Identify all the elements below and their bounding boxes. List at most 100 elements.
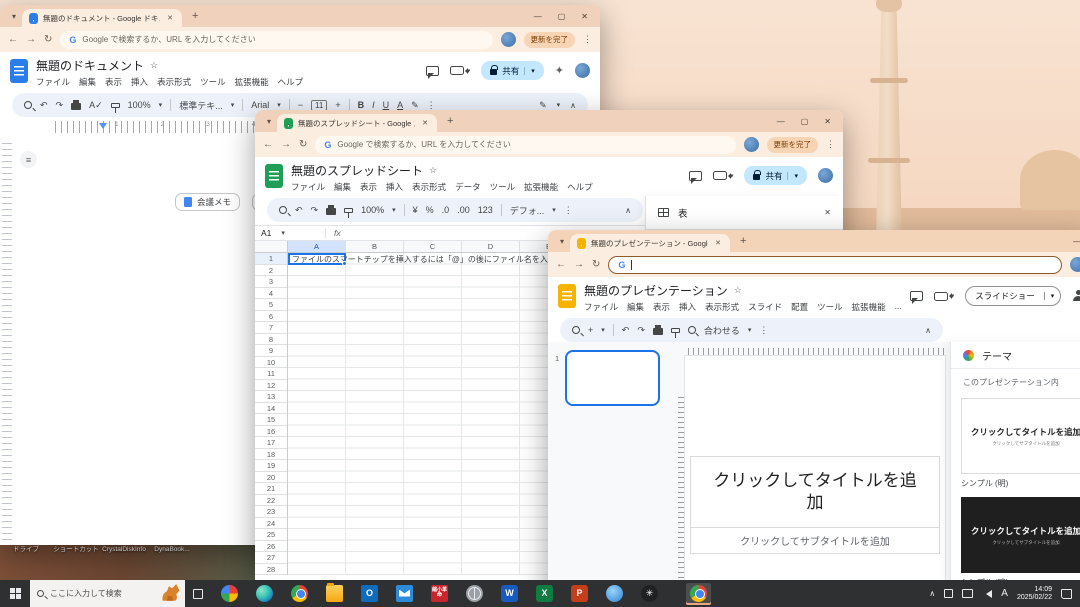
theme-card-simple-dark[interactable]: クリックしてタイトルを追加 クリックしてサブタイトルを追加 (961, 497, 1080, 573)
docs-omnibox[interactable]: G Google で検索するか、URL を入力してください (60, 31, 492, 49)
chrome-update-button[interactable]: 更新を完了 (767, 137, 819, 153)
task-view-button[interactable] (185, 589, 211, 599)
new-tab-button[interactable]: + (447, 115, 453, 127)
column-header[interactable]: D (462, 241, 520, 252)
menu-item[interactable]: 表示形式 (157, 76, 191, 88)
comment-icon[interactable] (689, 171, 702, 181)
chrome-update-button[interactable]: 更新を完了 (524, 32, 576, 48)
new-slide-button[interactable]: + (588, 325, 593, 335)
row-header[interactable]: 11 (255, 368, 287, 380)
row-header[interactable]: 1 (255, 253, 287, 265)
caret-down-icon[interactable]: ▾ (392, 206, 396, 214)
volume-tray-icon[interactable] (982, 590, 992, 598)
hide-menus-icon[interactable]: ∧ (625, 206, 631, 215)
maximize-button[interactable]: ▢ (558, 12, 566, 21)
taskbar-app-chatgpt[interactable]: ✳ (637, 583, 662, 605)
sheets-app-icon[interactable] (265, 164, 283, 188)
underline-button[interactable]: U (383, 100, 390, 110)
meet-camera-icon[interactable] (934, 292, 948, 301)
italic-button[interactable]: I (372, 100, 375, 110)
tab-search-chevron[interactable]: ▾ (6, 12, 22, 21)
search-highlight-dog-image[interactable] (157, 581, 183, 607)
row-header[interactable]: 12 (255, 380, 287, 392)
menu-item[interactable]: 表示 (360, 181, 377, 193)
row-header[interactable]: 24 (255, 518, 287, 530)
menu-item[interactable]: 表示 (653, 301, 670, 313)
taskbar-clock[interactable]: 14:09 2025/02/22 (1017, 586, 1052, 602)
clipboard-tray-icon[interactable] (944, 589, 953, 598)
desktop-icon-drive[interactable]: ドライブ (2, 546, 50, 553)
tray-overflow-chevron-icon[interactable]: ∧ (929, 589, 935, 598)
hide-menus-icon[interactable]: ∧ (570, 101, 576, 110)
reload-icon[interactable]: ↻ (44, 34, 52, 45)
taskbar-app-powerpoint[interactable]: P (567, 583, 592, 605)
menu-item[interactable]: 拡張機能 (524, 181, 558, 193)
comment-icon[interactable] (910, 291, 923, 301)
column-header[interactable]: C (404, 241, 462, 252)
docs-vertical-ruler[interactable] (2, 143, 12, 545)
more-toolbar-icon[interactable]: ⋮ (427, 100, 436, 111)
font-select[interactable]: デフォ... (510, 204, 545, 217)
editing-mode-icon[interactable]: ✎ (539, 100, 547, 111)
decrease-decimal-button[interactable]: .0 (442, 205, 450, 215)
row-header[interactable]: 25 (255, 529, 287, 541)
menu-item[interactable]: 拡張機能 (852, 301, 886, 313)
slides-omnibox-focused[interactable]: G (608, 256, 1062, 274)
tab-search-chevron[interactable]: ▾ (554, 237, 570, 246)
print-icon[interactable] (71, 103, 81, 110)
more-formats-button[interactable]: 123 (478, 205, 493, 215)
star-icon[interactable]: ☆ (429, 165, 437, 176)
docs-title[interactable]: 無題のドキュメント (36, 57, 144, 74)
paint-format-icon[interactable] (111, 103, 120, 108)
undo-icon[interactable]: ↶ (40, 100, 48, 111)
menu-item[interactable]: ヘルプ (567, 181, 593, 193)
title-placeholder[interactable]: クリックしてタイトルを追加 (690, 456, 940, 528)
taskbar-app-mail[interactable] (392, 583, 417, 605)
maximize-button[interactable]: ▢ (801, 117, 809, 126)
network-tray-icon[interactable] (962, 589, 973, 598)
minimize-button[interactable]: — (777, 117, 785, 126)
star-icon[interactable]: ☆ (734, 285, 742, 296)
row-header[interactable]: 13 (255, 391, 287, 403)
row-header[interactable]: 2 (255, 265, 287, 277)
row-header[interactable]: 3 (255, 276, 287, 288)
row-header[interactable]: 8 (255, 334, 287, 346)
row-header[interactable]: 15 (255, 414, 287, 426)
hide-menus-icon[interactable]: ∧ (925, 326, 931, 335)
more-toolbar-icon[interactable]: ⋮ (564, 205, 573, 216)
action-center-icon[interactable] (1061, 589, 1072, 599)
slide-canvas[interactable]: クリックしてタイトルを追加 クリックしてサブタイトルを追加 (685, 356, 945, 607)
row-header[interactable]: 5 (255, 299, 287, 311)
undo-icon[interactable]: ↶ (622, 325, 630, 336)
share-person-icon[interactable] (1072, 290, 1080, 302)
taskbar-app-edge[interactable] (252, 583, 277, 605)
row-header[interactable]: 10 (255, 357, 287, 369)
row-header[interactable]: 16 (255, 426, 287, 438)
docs-tab[interactable]: 無題のドキュメント - Google ドキュ ✕ (22, 9, 182, 27)
subtitle-placeholder[interactable]: クリックしてサブタイトルを追加 (690, 528, 940, 554)
row-header[interactable]: 9 (255, 345, 287, 357)
minimize-button[interactable]: — (1073, 237, 1080, 246)
margin-marker-icon[interactable] (99, 123, 107, 133)
back-icon[interactable]: ← (556, 259, 566, 270)
share-caret-icon[interactable]: ▾ (524, 67, 535, 75)
row-header[interactable]: 23 (255, 506, 287, 518)
row-header[interactable]: 4 (255, 288, 287, 300)
slides-title[interactable]: 無題のプレゼンテーション (584, 282, 728, 299)
column-header[interactable]: A (288, 241, 346, 252)
row-header[interactable]: 27 (255, 552, 287, 564)
share-button[interactable]: 共有 ▾ (744, 166, 807, 185)
taskbar-app-globe[interactable] (462, 583, 487, 605)
menu-item[interactable]: ファイル (36, 76, 70, 88)
ime-mode-indicator[interactable]: A (1001, 588, 1008, 599)
meeting-notes-chip[interactable]: 会議メモ (175, 193, 240, 211)
slideshow-caret-icon[interactable]: ▾ (1044, 292, 1061, 300)
document-outline-icon[interactable]: ≡ (20, 151, 37, 168)
caret-down-icon[interactable]: ▾ (552, 206, 556, 214)
row-header[interactable]: 20 (255, 472, 287, 484)
font-select[interactable]: Arial (251, 100, 269, 110)
minimize-button[interactable]: — (534, 12, 542, 21)
font-size-value[interactable]: 11 (311, 100, 327, 111)
desktop-icon-crystaldiskinfo[interactable]: CrystalDiskInfo (100, 546, 148, 553)
start-button[interactable] (0, 580, 30, 607)
